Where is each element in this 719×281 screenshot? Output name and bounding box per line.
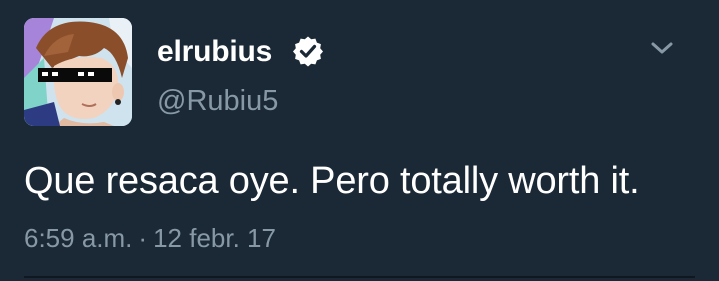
avatar[interactable] — [24, 18, 132, 126]
avatar-icon — [24, 18, 132, 126]
user-handle[interactable]: @Rubiu5 — [157, 84, 278, 118]
tweet-time: 6:59 a.m. — [24, 223, 133, 253]
tweet-menu-button[interactable] — [646, 34, 678, 62]
tweet-timestamp[interactable]: 6:59 a.m. · 12 febr. 17 — [24, 221, 276, 255]
chevron-down-icon — [651, 42, 673, 54]
display-name[interactable]: elrubius — [157, 34, 272, 70]
tweet-text: Que resaca oye. Pero totally worth it. — [24, 160, 640, 202]
divider — [24, 276, 695, 278]
tweet-card: elrubius @Rubiu5 Que resaca oye. Pero to… — [0, 0, 719, 281]
tweet-date: 12 febr. 17 — [153, 223, 276, 253]
timestamp-separator: · — [138, 223, 148, 253]
verified-badge-icon — [293, 36, 323, 67]
